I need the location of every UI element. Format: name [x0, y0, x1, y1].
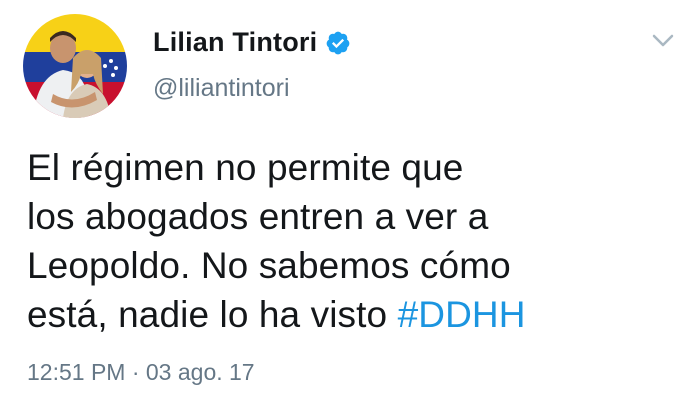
chevron-down-icon[interactable]: [652, 33, 674, 49]
tweet-text: El régimen no permite que los abogados e…: [27, 143, 667, 339]
tweet-text-line: El régimen no permite que: [27, 147, 464, 188]
avatar[interactable]: [23, 14, 127, 118]
author-display-name[interactable]: Lilian Tintori: [153, 27, 317, 58]
tweet-card: Lilian Tintori @liliantintori El régimen…: [0, 0, 700, 400]
tweet-text-segment: está, nadie lo ha visto: [27, 294, 398, 335]
tweet-timestamp[interactable]: 12:51 PM · 03 ago. 17: [27, 359, 255, 386]
tweet-text-line: Leopoldo. No sabemos cómo: [27, 245, 511, 286]
tweet-text-line: está, nadie lo ha visto #DDHH: [27, 290, 667, 339]
avatar-image: [23, 14, 127, 118]
author-row: Lilian Tintori: [153, 27, 351, 58]
verified-badge-icon: [325, 30, 351, 56]
tweet-text-line: los abogados entren a ver a: [27, 196, 489, 237]
hashtag-link[interactable]: #DDHH: [398, 294, 526, 335]
author-handle[interactable]: @liliantintori: [153, 74, 290, 103]
